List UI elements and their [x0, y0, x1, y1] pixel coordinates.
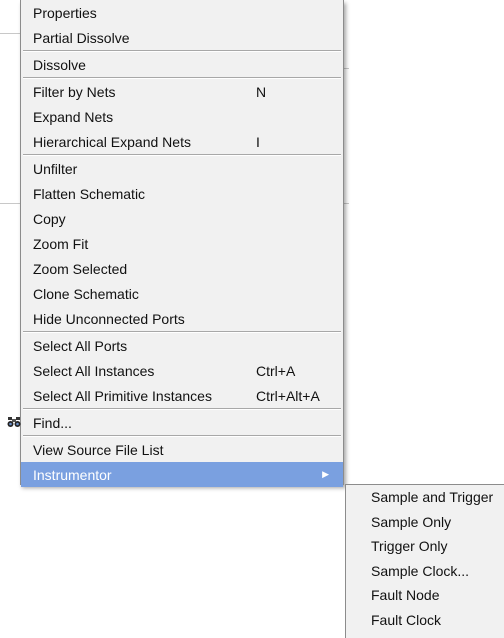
background-line [0, 203, 20, 204]
page: Properties Partial Dissolve Dissolve Filter… [0, 0, 504, 638]
menu-item-label: View Source File List [33, 441, 164, 458]
submenu-item-label: Sample and Trigger [371, 489, 494, 506]
submenu-arrow-icon: ▶ [322, 469, 329, 479]
menu-item-label: Zoom Fit [33, 235, 89, 252]
menu-item-shortcut: I [256, 133, 260, 150]
menu-item-label: Filter by Nets [33, 83, 116, 100]
menu-item-shortcut: Ctrl+Alt+A [256, 387, 320, 404]
menu-item-zoom-selected[interactable]: Zoom Selected [21, 256, 343, 281]
menu-item-partial-dissolve[interactable]: Partial Dissolve [21, 25, 343, 50]
menu-item-label: Zoom Selected [33, 260, 128, 277]
menu-item-label: Partial Dissolve [33, 29, 130, 46]
menu-item-label: Flatten Schematic [33, 185, 146, 202]
menu-item-hierarchical-expand-nets[interactable]: Hierarchical Expand Nets I [21, 129, 343, 154]
menu-item-clone-schematic[interactable]: Clone Schematic [21, 281, 343, 306]
menu-item-hide-unconnected-ports[interactable]: Hide Unconnected Ports [21, 306, 343, 331]
submenu-item-sample-and-trigger[interactable]: Sample and Trigger [346, 485, 504, 510]
menu-item-label: Dissolve [33, 56, 86, 73]
submenu-item-label: Fault Clock [371, 611, 442, 628]
submenu-item-fault-node[interactable]: Fault Node [346, 583, 504, 608]
submenu-item-sample-clock[interactable]: Sample Clock... [346, 559, 504, 584]
menu-item-find[interactable]: Find... [7, 410, 343, 435]
menu-item-label: Unfilter [33, 160, 78, 177]
context-menu: Properties Partial Dissolve Dissolve Filter… [7, 0, 344, 487]
menu-item-view-source-file-list[interactable]: View Source File List [21, 437, 343, 462]
menu-item-zoom-fit[interactable]: Zoom Fit [21, 231, 343, 256]
submenu-item-label: Sample Clock... [371, 562, 470, 579]
menu-item-label: Hide Unconnected Ports [33, 310, 185, 327]
menu-item-select-all-ports[interactable]: Select All Ports [21, 333, 343, 358]
menu-item-flatten-schematic[interactable]: Flatten Schematic [21, 181, 343, 206]
submenu-item-label: Trigger Only [371, 538, 448, 555]
submenu-item-sample-only[interactable]: Sample Only [346, 510, 504, 535]
menu-item-label: Select All Ports [33, 337, 128, 354]
submenu-item-label: Fault Node [371, 587, 440, 604]
menu-item-label: Select All Instances [33, 362, 155, 379]
submenu-item-trigger-only[interactable]: Trigger Only [346, 534, 504, 559]
menu-item-copy[interactable]: Copy [21, 206, 343, 231]
menu-item-properties[interactable]: Properties [21, 0, 343, 25]
menu-item-select-all-instances[interactable]: Select All Instances Ctrl+A [21, 358, 343, 383]
submenu-item-label: Sample Only [371, 513, 452, 530]
menu-item-label: Find... [33, 414, 72, 431]
menu-item-shortcut: Ctrl+A [256, 362, 296, 379]
menu-item-label: Select All Primitive Instances [33, 387, 212, 404]
background-line [344, 203, 349, 204]
menu-item-label: Hierarchical Expand Nets [33, 133, 191, 150]
instrumentor-submenu: Sample and Trigger Sample Only Trigger Onl… [345, 484, 504, 638]
menu-item-filter-by-nets[interactable]: Filter by Nets N [21, 79, 343, 104]
menu-item-instrumentor[interactable]: Instrumentor ▶ [21, 462, 343, 487]
menu-item-label: Copy [33, 210, 66, 227]
menu-item-label: Instrumentor [33, 466, 112, 483]
menu-item-select-all-primitive-instances[interactable]: Select All Primitive Instances Ctrl+Alt+A [21, 383, 343, 408]
background-line [344, 68, 349, 69]
menu-item-shortcut: N [256, 83, 267, 100]
menu-item-dissolve[interactable]: Dissolve [21, 52, 343, 77]
menu-item-label: Expand Nets [33, 108, 114, 125]
submenu-item-fault-clock[interactable]: Fault Clock [346, 608, 504, 633]
menu-item-expand-nets[interactable]: Expand Nets [21, 104, 343, 129]
menu-item-label: Clone Schematic [33, 285, 139, 302]
menu-item-label: Properties [33, 4, 97, 21]
menu-item-unfilter[interactable]: Unfilter [21, 156, 343, 181]
binoculars-icon [7, 415, 21, 429]
background-line [0, 33, 20, 34]
